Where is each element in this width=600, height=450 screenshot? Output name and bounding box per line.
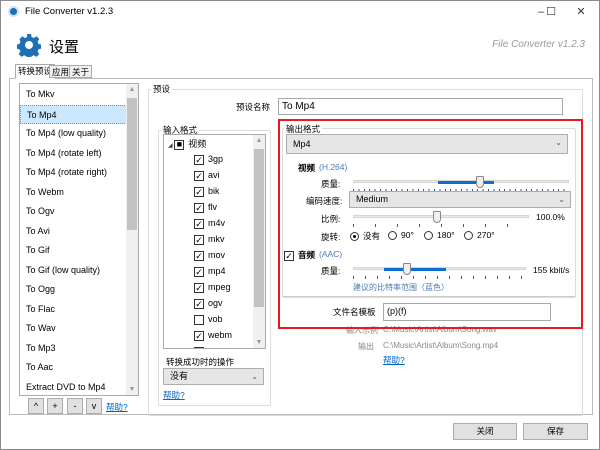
checkbox[interactable]: ✓ (194, 202, 204, 213)
tree-root[interactable]: ◢ ■ 视频 (168, 137, 206, 150)
preset-item[interactable]: To Mp4 (low quality) (20, 124, 127, 143)
preset-item[interactable]: To Mp4 (rotate left) (20, 144, 127, 163)
format-label: mkv (208, 234, 225, 244)
checkbox[interactable]: ✓ (194, 154, 204, 165)
app-icon (8, 6, 19, 17)
format-label: wmv (208, 346, 227, 348)
output-path-label: 输出 (358, 342, 374, 351)
format-item[interactable]: ✓ mpeg (194, 280, 231, 296)
output-help-link[interactable]: 帮助? (383, 354, 405, 366)
preset-name-input[interactable]: To Mp4 (278, 98, 563, 115)
format-item[interactable]: ✓ m4v (194, 216, 225, 232)
checkbox[interactable]: ✓ (194, 218, 204, 229)
preset-item[interactable]: Extract DVD to Mp4 (20, 378, 127, 396)
checkbox[interactable]: ✓ (194, 186, 204, 197)
close-window-button[interactable]: ✕ (566, 3, 596, 21)
format-label: mov (208, 250, 226, 260)
format-item[interactable]: ✓ avi (194, 168, 220, 184)
scroll-thumb[interactable] (254, 149, 264, 307)
scroll-down-icon[interactable]: ▼ (126, 386, 138, 393)
scroll-up-icon[interactable]: ▲ (253, 137, 265, 144)
preset-item[interactable]: To Flac (20, 300, 127, 319)
input-help-link[interactable]: 帮助? (163, 389, 185, 401)
format-label: ogv (208, 298, 223, 308)
preset-item[interactable]: To Ogg (20, 280, 127, 299)
preset-item[interactable]: To Gif (low quality) (20, 261, 127, 280)
preset-list-scrollbar[interactable]: ▲ ▼ (126, 84, 138, 395)
remove-preset-button[interactable]: - (67, 398, 83, 414)
tree-root-label: 视频 (188, 139, 207, 149)
window-title: File Converter v1.2.3 (25, 6, 114, 17)
checkbox[interactable]: ✓ (194, 234, 204, 245)
preset-item[interactable]: To Gif (20, 241, 127, 260)
preset-item[interactable]: To Mp4 (rotate right) (20, 163, 127, 182)
preset-item[interactable]: To Mp3 (20, 339, 127, 358)
preset-name-label: 预设名称 (236, 102, 271, 112)
checkbox[interactable]: ✓ (194, 282, 204, 293)
format-label: 3gp (208, 154, 224, 164)
format-item[interactable]: ✓ mkv (194, 232, 225, 248)
format-label: m4v (208, 218, 226, 228)
add-preset-button[interactable]: + (47, 398, 63, 414)
move-down-button[interactable]: v (86, 398, 102, 414)
format-label: bik (208, 186, 220, 196)
format-label: mp4 (208, 266, 226, 276)
preset-item[interactable]: To Mkv (20, 85, 127, 104)
post-action-label: 转换成功时的操作 (166, 357, 235, 367)
format-label: webm (208, 330, 233, 340)
post-action-select[interactable]: 没有 ⌄ (163, 368, 264, 385)
input-format-tree[interactable]: ✓ wmv ✓ webm vob ✓ ogv ✓ mpeg ✓ mp4 ✓ mov ✓ mkv ✓ m4v ✓ fl… (163, 134, 266, 349)
version-label: File Converter v1.2.3 (492, 39, 585, 50)
format-label: vob (208, 314, 223, 324)
preset-item[interactable]: To Avi (20, 222, 127, 241)
preset-item[interactable]: To Webm (20, 183, 127, 202)
format-item[interactable]: ✓ ogv (194, 296, 223, 312)
partial-checkbox-icon[interactable]: ■ (174, 139, 185, 150)
preset-item[interactable]: To Ogv (20, 202, 127, 221)
scroll-down-icon[interactable]: ▼ (253, 339, 265, 346)
preset-item[interactable]: To Mp4 (20, 104, 127, 124)
preset-item[interactable]: To Wav (20, 319, 127, 338)
checkbox[interactable]: ✓ (194, 250, 204, 261)
format-item[interactable]: vob (194, 312, 223, 328)
checkbox[interactable]: ✓ (194, 346, 204, 348)
checkbox[interactable]: ✓ (194, 170, 204, 181)
checkbox[interactable]: ✓ (194, 266, 204, 277)
format-item[interactable]: ✓ bik (194, 184, 220, 200)
preset-list[interactable]: Extract DVD to Mp4 To Aac To Mp3 To Wav To F… (19, 83, 139, 396)
checkbox[interactable]: ✓ (194, 330, 204, 341)
scroll-up-icon[interactable]: ▲ (126, 86, 138, 93)
tab-about[interactable]: 关于 (69, 65, 93, 78)
format-item[interactable]: ✓ flv (194, 200, 217, 216)
maximize-button[interactable]: ☐ (536, 3, 566, 21)
post-action-value: 没有 (170, 371, 189, 381)
checkbox[interactable] (194, 314, 204, 325)
save-button[interactable]: 保存 (523, 423, 588, 440)
settings-window: File Converter v1.2.3 – ☐ ✕ 设置 File Conv… (0, 0, 600, 450)
close-button[interactable]: 关闭 (453, 423, 517, 440)
format-item[interactable]: ✓ mov (194, 248, 225, 264)
format-item[interactable]: ✓ mp4 (194, 264, 226, 280)
format-item[interactable]: ✓ wmv (194, 344, 227, 348)
gear-icon (17, 34, 41, 57)
preset-group-label: 预设 (151, 83, 173, 95)
format-label: avi (208, 170, 220, 180)
tree-scrollbar[interactable]: ▲ ▼ (253, 135, 265, 348)
scroll-thumb[interactable] (127, 98, 137, 230)
format-label: flv (208, 202, 217, 212)
page-title: 设置 (49, 39, 80, 56)
preset-item[interactable]: To Aac (20, 358, 127, 377)
move-up-button[interactable]: ^ (28, 398, 44, 414)
format-item[interactable]: ✓ webm (194, 328, 232, 344)
format-label: mpeg (208, 282, 231, 292)
chevron-down-icon: ⌄ (251, 372, 258, 381)
highlight-box (278, 119, 583, 329)
format-item[interactable]: ✓ 3gp (194, 152, 223, 168)
output-path-value: C:\Music\Artist\Album\Song.mp4 (383, 341, 499, 350)
checkbox[interactable]: ✓ (194, 298, 204, 309)
presets-help-link[interactable]: 帮助? (106, 401, 128, 413)
